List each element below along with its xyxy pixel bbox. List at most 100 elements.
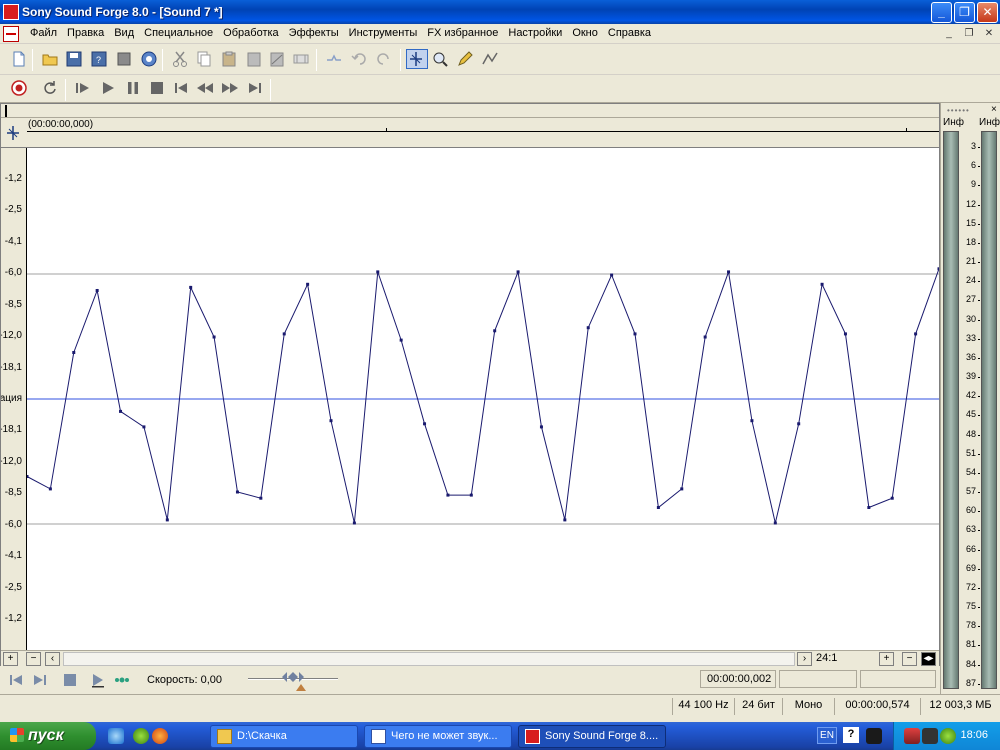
waveform-sample-point[interactable] [727,270,731,274]
menu-effects[interactable]: Эффекты [284,27,344,39]
record-icon[interactable] [10,79,28,97]
help-icon[interactable]: ? [843,727,859,743]
render-icon[interactable] [140,50,158,68]
waveform-sample-point[interactable] [119,409,123,413]
trim-icon[interactable] [292,50,310,68]
go-to-start-icon[interactable] [172,79,190,97]
waveform-sample-point[interactable] [446,493,450,497]
loop-icon[interactable] [41,79,59,97]
waveform-sample-point[interactable] [750,419,754,423]
waveform-sample-point[interactable] [306,282,310,286]
waveform-sample-point[interactable] [890,496,894,500]
paste-crossfade-icon[interactable] [268,50,286,68]
firefox-icon[interactable] [152,728,168,744]
waveform-sample-point[interactable] [867,506,871,509]
waveform-sample-point[interactable] [820,282,824,286]
menu-edit[interactable]: Правка [62,27,109,39]
menu-file[interactable]: Файл [25,27,62,39]
magnify-tool-icon[interactable] [431,50,449,68]
waveform-sample-point[interactable] [48,487,52,491]
play-all-icon[interactable] [74,79,92,97]
waveform-sample-point[interactable] [633,332,637,336]
sound-forge-icon[interactable] [3,4,19,20]
waveform-sample-point[interactable] [72,351,76,354]
show-desktop-icon[interactable] [108,728,124,744]
task-document[interactable]: Чего не может звук... [364,725,512,748]
zoom-fit-button[interactable]: ◂▸ [921,652,936,666]
minimize-button[interactable]: _ [931,2,952,23]
save-all-icon[interactable] [115,50,133,68]
waveform-sample-point[interactable] [914,332,918,336]
pause-icon[interactable] [124,79,142,97]
close-button[interactable]: ✕ [977,2,998,23]
rewind-icon[interactable] [196,79,214,97]
waveform-sample-point[interactable] [493,329,497,333]
scrub-icon[interactable] [114,672,130,688]
speed-slider-thumb[interactable] [282,672,304,682]
mix-icon[interactable] [325,50,343,68]
meters-grip[interactable]: •••••• [947,106,970,115]
tray-icon-1[interactable] [904,728,920,744]
waveform-sample-point[interactable] [423,422,427,426]
menu-tools[interactable]: Инструменты [344,27,423,39]
menu-fx-favorites[interactable]: FX избранное [422,27,503,39]
playbar-play-icon[interactable] [90,672,106,688]
maximize-button[interactable]: ❐ [954,2,975,23]
menu-process[interactable]: Обработка [218,27,283,39]
tray-icon-2[interactable] [922,728,938,744]
fast-forward-icon[interactable] [221,79,239,97]
waveform-sample-point[interactable] [282,332,286,336]
task-folder[interactable]: D:\Скачка [210,725,358,748]
speed-slider[interactable] [248,672,338,692]
overview-bar[interactable] [1,104,939,118]
start-button[interactable]: пуск [0,722,96,750]
mdi-restore-button[interactable]: ❐ [962,27,976,41]
paste-icon[interactable] [220,50,238,68]
scroll-left-button[interactable]: ‹ [45,652,60,666]
waveform-sample-point[interactable] [95,289,99,292]
pencil-tool-icon[interactable] [456,50,474,68]
mdi-close-button[interactable]: ✕ [982,27,996,41]
meters-close-button[interactable]: × [991,104,997,115]
waveform-sample-point[interactable] [610,273,614,277]
waveform-sample-point[interactable] [235,490,239,494]
waveform-sample-point[interactable] [27,475,29,478]
zoom-out-button[interactable]: − [902,652,917,666]
edit-tool-icon[interactable] [406,49,428,69]
waveform-sample-point[interactable] [680,487,684,491]
waveform-sample-point[interactable] [563,518,567,522]
waveform-sample-point[interactable] [539,425,543,429]
stop-icon[interactable] [148,79,166,97]
waveform-sample-point[interactable] [937,267,940,271]
menu-window[interactable]: Окно [567,27,603,39]
waveform-sample-point[interactable] [142,425,146,429]
playbar-stop-icon[interactable] [62,672,78,688]
waveform-sample-point[interactable] [189,285,193,289]
waveform-sample-point[interactable] [797,422,801,426]
save-as-icon[interactable]: ? [90,50,108,68]
waveform-sample-point[interactable] [703,335,707,339]
waveform-sample-point[interactable] [376,270,380,274]
waveform-sample-point[interactable] [586,326,590,330]
new-file-icon[interactable] [10,50,28,68]
document-menu-icon[interactable] [3,26,19,42]
open-folder-icon[interactable] [41,50,59,68]
waveform-sample-point[interactable] [259,496,263,500]
undo-icon[interactable] [350,50,368,68]
language-indicator[interactable]: EN [817,727,837,744]
waveform-sample-point[interactable] [773,521,777,525]
task-sound-forge[interactable]: Sony Sound Forge 8.... [518,725,666,748]
horizontal-scrollbar[interactable]: + − ‹ › 24:1 + − ◂▸ [1,650,939,666]
waveform-sample-point[interactable] [843,332,847,336]
menu-special[interactable]: Специальное [139,27,218,39]
title-bar[interactable]: Sony Sound Forge 8.0 - [Sound 7 *] _ ❐ ✕ [0,0,1000,24]
tray-icon-3[interactable] [940,728,956,744]
time-ruler[interactable]: (00:00:00,000) [1,118,939,148]
waveform-sample-point[interactable] [516,270,520,274]
waveform-sample-point[interactable] [399,338,403,342]
redo-icon[interactable] [375,50,393,68]
paste-mix-icon[interactable] [245,50,263,68]
go-to-end-icon[interactable] [246,79,264,97]
cut-icon[interactable] [171,50,189,68]
next-marker-icon[interactable] [32,672,48,688]
